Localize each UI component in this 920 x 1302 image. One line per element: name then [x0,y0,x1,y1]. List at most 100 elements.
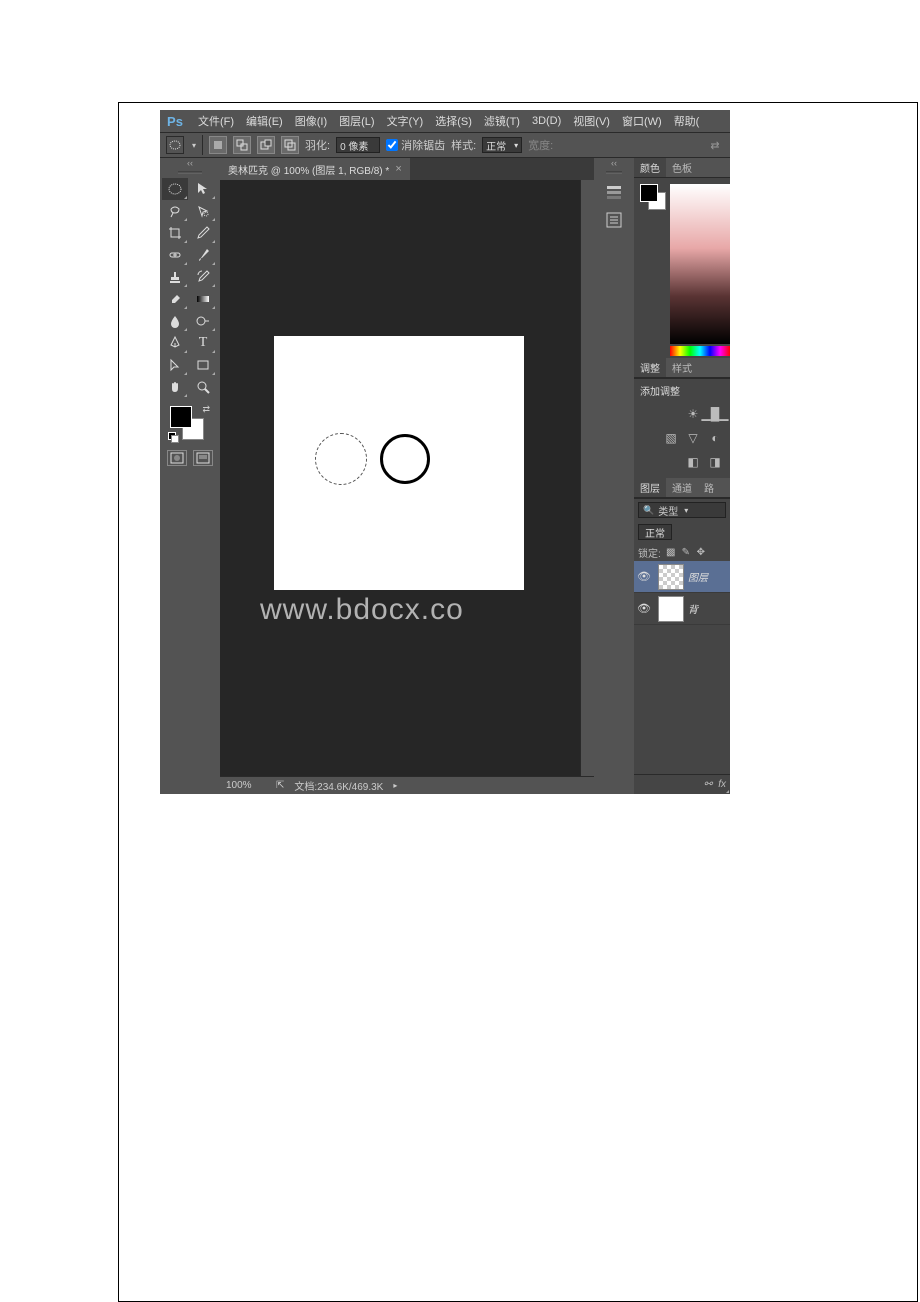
eyedropper-tool[interactable] [190,222,216,244]
layer-name[interactable]: 背 [688,601,698,616]
antialias-checkbox[interactable]: 消除锯齿 [386,137,445,153]
tool-preset-dropdown[interactable]: ▾ [192,141,196,150]
eraser-tool[interactable] [162,288,188,310]
lock-label: 锁定: [638,545,661,560]
selection-mode-subtract[interactable] [257,136,275,154]
channels-tab[interactable]: 通道 [666,478,698,497]
type-tool[interactable]: T [190,332,216,354]
brightness-icon[interactable]: ☀ [684,406,702,422]
history-brush-tool[interactable] [190,266,216,288]
menu-edit[interactable]: 编辑(E) [240,110,289,132]
doc-info[interactable]: 文档:234.6K/469.3K [294,778,383,793]
color-swatches[interactable]: ⇄ [168,404,212,442]
menu-layer[interactable]: 图层(L) [333,110,380,132]
app-logo: Ps [164,112,186,130]
paths-tab[interactable]: 路 [698,478,720,497]
layer-thumbnail[interactable] [658,596,684,622]
lasso-tool[interactable] [162,200,188,222]
default-colors-icon[interactable] [168,432,178,442]
layer-row[interactable]: 👁 背 [634,593,730,625]
swap-colors-icon[interactable]: ⇄ [202,404,210,415]
menu-file[interactable]: 文件(F) [192,110,240,132]
color-panel-fg[interactable] [640,184,658,202]
styles-tab[interactable]: 样式 [666,358,698,377]
color-balance-icon[interactable]: ◧ [684,454,702,470]
vertical-scrollbar[interactable] [580,180,594,776]
marquee-tool[interactable] [162,178,188,200]
foreground-color[interactable] [170,406,192,428]
doc-info-menu[interactable]: ▸ [393,781,397,790]
stamp-tool[interactable] [162,266,188,288]
move-tool[interactable] [190,178,216,200]
quickmask-toggle[interactable] [167,450,187,466]
current-tool-icon[interactable] [166,136,184,154]
link-layers-icon[interactable]: ⚯ [704,779,712,790]
quick-select-tool[interactable] [190,200,216,222]
blur-tool[interactable] [162,310,188,332]
layer-list: 👁 图层 👁 背 [634,561,730,774]
canvas-viewport[interactable]: www.bdocx.co [220,180,594,776]
hue-slider[interactable] [670,346,730,356]
vibrance-icon[interactable]: ▽ [684,430,702,446]
levels-icon[interactable]: ▁█▁ [706,406,724,422]
selection-mode-new[interactable] [209,136,227,154]
zoom-level[interactable]: 100% [226,780,266,791]
lock-transparent-icon[interactable]: ▩ [665,546,677,558]
layer-row[interactable]: 👁 图层 [634,561,730,593]
selection-mode-intersect[interactable] [281,136,299,154]
hue-icon[interactable]: ◐ [706,430,724,446]
screenmode-toggle[interactable] [193,450,213,466]
dock-grip[interactable] [594,168,634,176]
tools-grip[interactable] [160,168,220,176]
fx-icon[interactable]: fx [718,779,726,790]
selection-mode-add[interactable] [233,136,251,154]
brush-tool[interactable] [190,244,216,266]
swap-dimensions-icon[interactable]: ⇄ [706,136,724,154]
menu-view[interactable]: 视图(V) [567,110,616,132]
dock-collapse[interactable]: ‹‹ [594,158,634,168]
layer-filter-select[interactable]: 🔍 类型 ▾ [638,502,726,518]
crop-tool[interactable] [162,222,188,244]
visibility-icon[interactable]: 👁 [634,602,654,615]
exposure-icon[interactable]: ▧ [662,430,680,446]
swatches-tab[interactable]: 色板 [666,158,698,177]
lock-position-icon[interactable]: ✥ [695,546,707,558]
history-panel-icon[interactable] [601,180,627,204]
path-select-tool[interactable] [162,354,188,376]
menu-bar: Ps 文件(F) 编辑(E) 图像(I) 图层(L) 文字(Y) 选择(S) 滤… [160,110,730,132]
layer-thumbnail[interactable] [658,564,684,590]
document-tab[interactable]: 奥林匹克 @ 100% (图层 1, RGB/8) * × [220,158,410,180]
shape-tool[interactable] [190,354,216,376]
hand-tool[interactable] [162,376,188,398]
style-select[interactable]: 正常▾ [482,137,522,153]
dodge-tool[interactable] [190,310,216,332]
menu-image[interactable]: 图像(I) [289,110,333,132]
menu-window[interactable]: 窗口(W) [616,110,668,132]
export-icon[interactable]: ⇱ [276,780,284,791]
workspace: ‹‹ T [160,158,730,794]
blend-mode-select[interactable]: 正常 [638,524,672,540]
tools-collapse[interactable]: ‹‹ [160,158,220,168]
color-field[interactable] [670,184,730,344]
pen-tool[interactable] [162,332,188,354]
close-tab-icon[interactable]: × [395,163,401,175]
adjustments-tab[interactable]: 调整 [634,358,666,377]
zoom-tool[interactable] [190,376,216,398]
properties-panel-icon[interactable] [601,208,627,232]
feather-input[interactable]: 0 像素 [336,137,380,153]
menu-filter[interactable]: 滤镜(T) [478,110,526,132]
healing-tool[interactable] [162,244,188,266]
visibility-icon[interactable]: 👁 [634,570,654,583]
layers-tab[interactable]: 图层 [634,478,666,497]
menu-type[interactable]: 文字(Y) [381,110,430,132]
menu-select[interactable]: 选择(S) [429,110,478,132]
layer-name[interactable]: 图层 [688,569,708,584]
right-panel-dock: 颜色 色板 调整 样式 添加调整 ☀ ▁█▁ [634,158,730,794]
menu-help[interactable]: 帮助( [668,110,706,132]
bw-icon[interactable]: ◨ [706,454,724,470]
menu-3d[interactable]: 3D(D) [526,110,567,132]
lock-pixels-icon[interactable]: ✎ [680,546,692,558]
color-panel [634,178,730,358]
gradient-tool[interactable] [190,288,216,310]
color-tab[interactable]: 颜色 [634,158,666,177]
